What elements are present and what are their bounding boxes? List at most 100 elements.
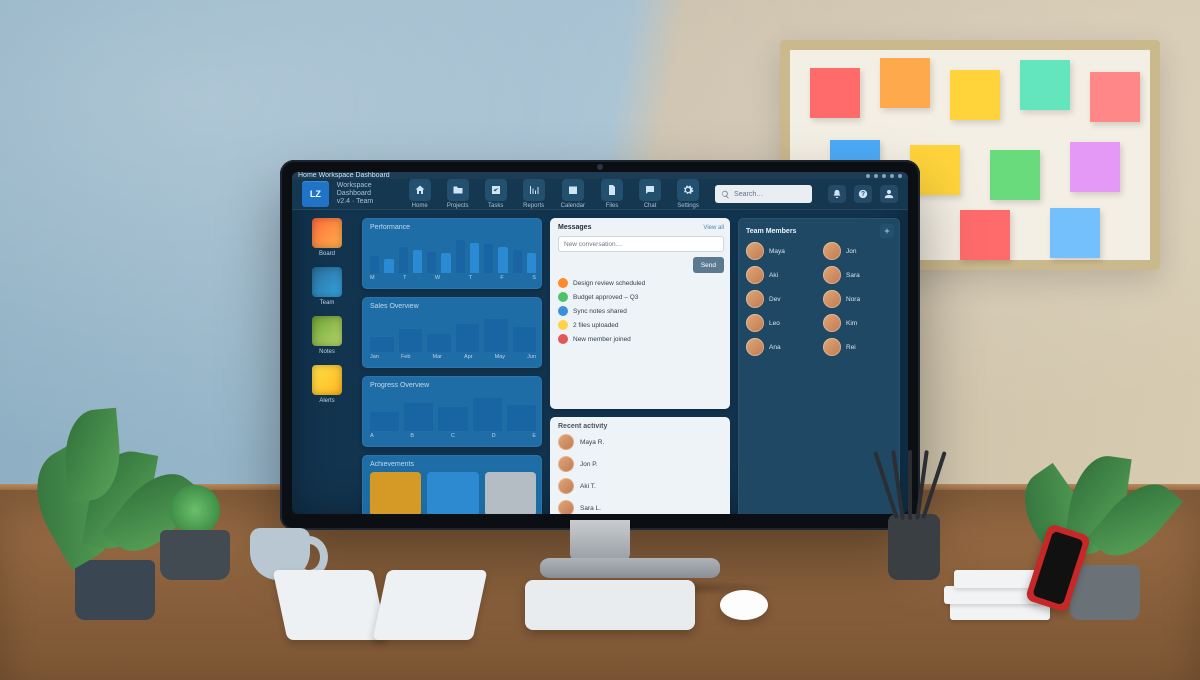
team-member[interactable]: Nora — [823, 290, 894, 308]
toolbar-files[interactable]: Files — [601, 179, 623, 209]
bar-chart-performance — [370, 235, 536, 273]
team-member[interactable]: Kim — [823, 314, 894, 332]
team-member[interactable]: Aki — [746, 266, 817, 284]
toolbar-label: Files — [606, 203, 619, 209]
home-icon — [409, 179, 431, 201]
activity-person[interactable]: Jon P. — [558, 456, 724, 472]
team-member[interactable]: Rei — [823, 338, 894, 356]
search-input[interactable]: Search… — [715, 185, 812, 203]
avatar — [558, 456, 574, 472]
card-progress[interactable]: Progress Overview ABCDE — [362, 376, 542, 447]
message-row[interactable]: Design review scheduled — [558, 278, 724, 288]
notifications-button[interactable] — [828, 185, 846, 203]
message-text: Budget approved – Q3 — [573, 294, 638, 301]
panel-title: Messages — [558, 224, 591, 231]
monitor-stand — [540, 520, 660, 610]
axis-tick: Mar — [432, 354, 441, 360]
sidebar-item-notes[interactable]: Notes — [312, 316, 342, 355]
toolbar-label: Home — [412, 203, 428, 209]
team-member[interactable]: Maya — [746, 242, 817, 260]
webcam-dot — [597, 164, 603, 170]
activity-person[interactable]: Aki T. — [558, 478, 724, 494]
team-grid: Maya Jon Aki Sara Dev Nora Leo Kim Ana Rei — [746, 242, 894, 356]
chat-icon — [639, 179, 661, 201]
message-text: New member joined — [573, 336, 631, 343]
team-member[interactable]: Jon — [823, 242, 894, 260]
card-messages: Messages View all New conversation… Send… — [550, 218, 730, 409]
toolbar-home[interactable]: Home — [409, 179, 431, 209]
member-name: Aki — [769, 272, 778, 279]
toolbar-projects[interactable]: Projects — [447, 179, 469, 209]
calendar-icon — [562, 179, 584, 201]
team-member[interactable]: Leo — [746, 314, 817, 332]
bell-icon — [832, 189, 842, 199]
toolbar-settings[interactable]: Settings — [677, 179, 699, 209]
bar — [470, 243, 479, 273]
chart-axis: ABCDE — [370, 433, 536, 439]
card-team: Team Members MayaJonAkiSaraDevNoraLeoKim… — [738, 218, 900, 514]
view-all-link[interactable]: View all — [703, 225, 724, 231]
chart-axis: MTWTFS — [370, 275, 536, 281]
avatar — [558, 478, 574, 494]
sidebar-item-alerts[interactable]: Alerts — [312, 365, 342, 404]
sticky-note — [1020, 60, 1070, 110]
profile-button[interactable] — [880, 185, 898, 203]
send-button[interactable]: Send — [693, 257, 724, 273]
activity-person[interactable]: Maya R. — [558, 434, 724, 450]
card-title: Sales Overview — [370, 303, 536, 310]
team-member[interactable]: Dev — [746, 290, 817, 308]
card-sales[interactable]: Sales Overview JanFebMarAprMayJun — [362, 297, 542, 368]
avatar — [746, 338, 764, 356]
sticky-note — [1070, 142, 1120, 192]
badge-row — [370, 472, 536, 514]
message-row[interactable]: New member joined — [558, 334, 724, 344]
avatar — [746, 266, 764, 284]
message-text: 2 files uploaded — [573, 322, 619, 329]
avatar — [823, 314, 841, 332]
app-window: Home Workspace Dashboard LZ Workspace Da… — [292, 172, 908, 514]
sidebar-item-team[interactable]: Team — [312, 267, 342, 306]
messages-header: Messages View all — [558, 224, 724, 231]
axis-tick: Jun — [527, 354, 536, 360]
card-title: Progress Overview — [370, 382, 536, 389]
brand-logo[interactable]: LZ — [302, 181, 329, 207]
team-member[interactable]: Ana — [746, 338, 817, 356]
axis-tick: F — [500, 275, 503, 281]
compose-input[interactable]: New conversation… — [558, 236, 724, 252]
menubar-left-text: Home Workspace Dashboard — [298, 172, 390, 179]
message-row[interactable]: Sync notes shared — [558, 306, 724, 316]
bar — [427, 252, 436, 273]
card-performance[interactable]: Performance MTWTFS — [362, 218, 542, 289]
plus-icon — [883, 227, 891, 235]
message-row[interactable]: 2 files uploaded — [558, 320, 724, 330]
status-dot-icon — [558, 306, 568, 316]
toolbar-label: Calendar — [561, 203, 585, 209]
toolbar-calendar[interactable]: Calendar — [561, 179, 585, 209]
toolbar-chat[interactable]: Chat — [639, 179, 661, 209]
member-name: Nora — [846, 296, 860, 303]
bar — [384, 259, 393, 273]
toolbar-tasks[interactable]: Tasks — [485, 179, 507, 209]
add-member-button[interactable] — [880, 224, 894, 238]
panel-title: Recent activity — [558, 423, 724, 430]
column-right: Team Members MayaJonAkiSaraDevNoraLeoKim… — [738, 218, 900, 514]
team-member[interactable]: Sara — [823, 266, 894, 284]
bar — [438, 407, 467, 431]
avatar — [746, 242, 764, 260]
sidebar-thumb — [312, 267, 342, 297]
badge-blue-icon — [427, 472, 478, 514]
person-name: Sara L. — [580, 505, 601, 512]
search-placeholder: Search… — [734, 191, 763, 198]
sidebar-item-board[interactable]: Board — [312, 218, 342, 257]
message-row[interactable]: Budget approved – Q3 — [558, 292, 724, 302]
bar — [498, 247, 507, 273]
axis-tick: D — [492, 433, 496, 439]
card-achievements[interactable]: Achievements — [362, 455, 542, 514]
bar — [441, 253, 450, 273]
toolbar-reports[interactable]: Reports — [523, 179, 545, 209]
axis-tick: Jan — [370, 354, 379, 360]
help-button[interactable] — [854, 185, 872, 203]
bar — [404, 403, 433, 432]
activity-person[interactable]: Sara L. — [558, 500, 724, 514]
badge-gold-icon — [370, 472, 421, 514]
